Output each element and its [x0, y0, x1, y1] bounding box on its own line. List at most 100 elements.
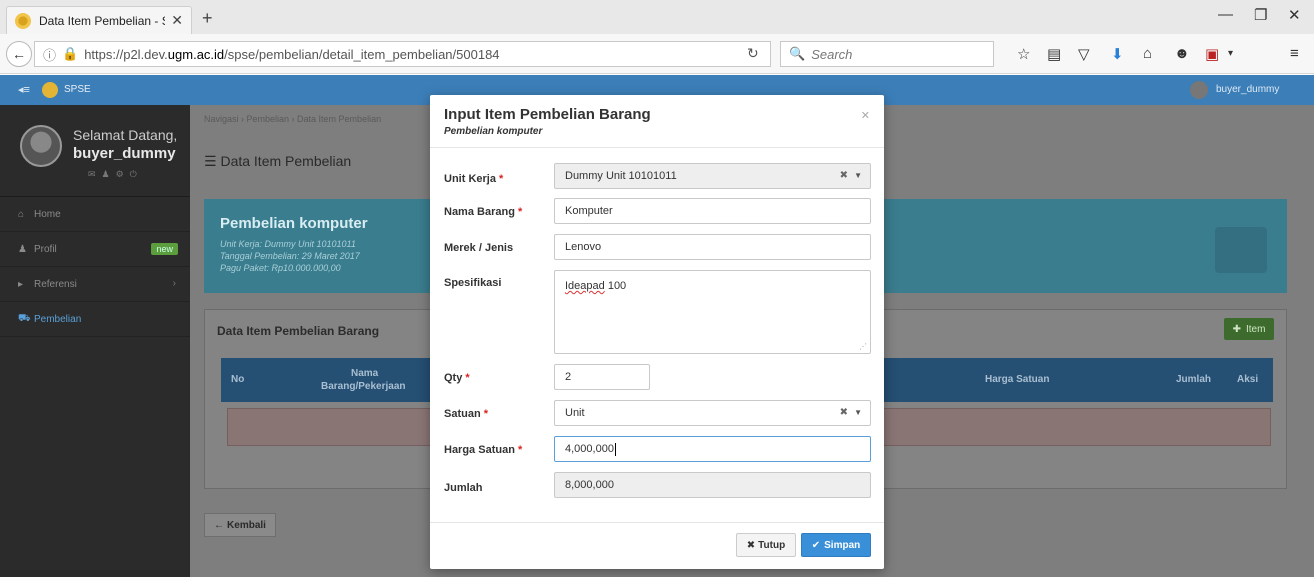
restore-icon[interactable]: ❐	[1254, 6, 1267, 24]
satuan-value: Unit	[565, 407, 585, 419]
bookmark-star-icon[interactable]: ☆	[1017, 45, 1030, 63]
sidebar-item-label: Referensi	[34, 278, 77, 290]
check-icon: ✔	[811, 539, 821, 551]
reload-icon[interactable]: ↻	[747, 45, 759, 62]
caret-right-icon: ▸	[18, 278, 24, 290]
url-text: https://p2l.dev.ugm.ac.id/spse/pembelian…	[84, 46, 500, 62]
browser-nav-bar: ← ⓘ 🔒 https://p2l.dev.ugm.ac.id/spse/pem…	[0, 34, 1314, 74]
chevron-down-icon[interactable]: ▼	[854, 171, 862, 180]
sidebar-item-label: Profil	[34, 243, 57, 255]
simpan-button[interactable]: ✔ Simpan	[801, 533, 871, 557]
merek-input[interactable]: Lenovo	[554, 234, 871, 260]
pagu-text: Pagu Paket: Rp10.000.000,00	[220, 263, 341, 273]
merek-label: Merek / Jenis	[444, 242, 514, 254]
sidebar-toggle-icon[interactable]: ◂≡	[18, 83, 30, 96]
chevron-right-icon: ›	[172, 278, 176, 289]
browser-tab[interactable]: Data Item Pembelian - SPSE ✕	[6, 6, 192, 34]
sidebar-item-home[interactable]: ⌂ Home	[0, 197, 190, 232]
col-jumlah: Jumlah	[1176, 374, 1212, 385]
menu-icon[interactable]: ≡	[1290, 45, 1299, 62]
page-title: ☰ Data Item Pembelian	[204, 153, 352, 169]
extension-dropdown-icon[interactable]: ▾	[1228, 48, 1233, 59]
input-item-modal: Input Item Pembelian Barang Pembelian ko…	[430, 95, 884, 569]
tanggal-text: Tanggal Pembelian: 29 Maret 2017	[220, 251, 360, 261]
text-cursor	[614, 442, 616, 456]
col-nama-2: Barang/Pekerjaan	[321, 381, 406, 392]
purchase-title: Pembelian komputer	[220, 215, 368, 232]
cart-icon	[1215, 227, 1267, 273]
unit-kerja-label: Unit Kerja *	[444, 173, 504, 185]
download-icon[interactable]: ⬇	[1111, 45, 1124, 63]
nama-barang-label: Nama Barang *	[444, 206, 523, 218]
spesifikasi-value-word: Ideapad	[565, 280, 605, 292]
merek-value: Lenovo	[565, 241, 602, 253]
close-icon[interactable]: ✕	[861, 109, 870, 122]
col-nama: Nama	[351, 368, 379, 379]
nama-barang-input[interactable]: Komputer	[554, 198, 871, 224]
close-icon: ✖	[746, 539, 756, 551]
qty-value: 2	[565, 371, 572, 383]
modal-subtitle: Pembelian komputer	[444, 126, 543, 137]
header-username[interactable]: buyer_dummy	[1216, 84, 1279, 95]
profile-shortcut-icons[interactable]: ✉♟⚙⏻	[88, 169, 143, 180]
address-bar[interactable]: ⓘ 🔒 https://p2l.dev.ugm.ac.id/spse/pembe…	[34, 41, 771, 67]
tutup-button[interactable]: ✖ Tutup	[736, 533, 796, 557]
spesifikasi-value-rest: 100	[604, 280, 627, 292]
jumlah-field: 8,000,000	[554, 472, 871, 498]
user-icon: ♟	[18, 243, 27, 255]
unit-kerja-value: Dummy Unit 10101011	[565, 170, 677, 182]
app-logo-icon	[42, 82, 58, 98]
sidebar-item-profil[interactable]: ♟ Profil new	[0, 232, 190, 267]
extension-icon[interactable]: ▣	[1205, 45, 1219, 63]
qty-input[interactable]: 2	[554, 364, 650, 390]
spesifikasi-label: Spesifikasi	[444, 277, 502, 289]
sidebar-item-referensi[interactable]: ▸ Referensi ›	[0, 267, 190, 302]
user-avatar[interactable]	[1190, 81, 1208, 99]
panel-title: Data Item Pembelian Barang	[217, 324, 380, 338]
close-window-icon[interactable]: ✕	[1288, 6, 1301, 24]
unit-kerja-select[interactable]: Dummy Unit 10101011 ✖ ▼	[554, 163, 871, 189]
reading-list-icon[interactable]: ▤	[1047, 45, 1061, 63]
jumlah-value: 8,000,000	[565, 479, 614, 491]
cart-icon: ⛟	[18, 312, 31, 324]
home-icon[interactable]: ⌂	[1143, 45, 1152, 62]
harga-satuan-value: 4,000,000	[565, 443, 614, 455]
sidebar-username: buyer_dummy	[73, 145, 176, 162]
spesifikasi-textarea[interactable]: Ideapad 100 ⋰	[554, 270, 871, 354]
sidebar-item-pembelian[interactable]: ⛟ Pembelian	[0, 302, 190, 337]
avatar	[20, 125, 62, 167]
close-tab-icon[interactable]: ✕	[171, 12, 183, 29]
site-favicon-icon	[15, 12, 31, 29]
new-badge: new	[151, 243, 178, 255]
search-input[interactable]: 🔍 Search	[780, 41, 994, 67]
home-icon: ⌂	[18, 208, 25, 220]
info-icon[interactable]: ⓘ	[43, 45, 56, 64]
modal-title: Input Item Pembelian Barang	[444, 106, 651, 123]
modal-footer-divider	[430, 522, 884, 523]
browser-tab-bar: Data Item Pembelian - SPSE ✕ + — ❐ ✕	[0, 0, 1314, 34]
nama-barang-value: Komputer	[565, 205, 613, 217]
add-item-button[interactable]: ✚ Item	[1224, 318, 1274, 340]
harga-satuan-input[interactable]: 4,000,000	[554, 436, 871, 462]
plus-icon: ✚	[1232, 323, 1241, 335]
search-placeholder: Search	[811, 46, 853, 62]
new-tab-icon[interactable]: +	[202, 8, 213, 29]
arrow-left-icon: ←	[214, 519, 225, 531]
tab-title: Data Item Pembelian - SPSE	[39, 13, 165, 28]
chevron-down-icon[interactable]: ▼	[854, 408, 862, 417]
satuan-select[interactable]: Unit ✖ ▼	[554, 400, 871, 426]
back-button[interactable]: ← Kembali	[204, 513, 276, 537]
col-no: No	[231, 374, 245, 385]
clear-icon[interactable]: ✖	[840, 170, 848, 181]
app-brand[interactable]: SPSE	[64, 84, 91, 95]
resize-grip-icon[interactable]: ⋰	[859, 342, 867, 351]
qty-label: Qty *	[444, 372, 470, 384]
pocket-icon[interactable]: ▽	[1078, 45, 1090, 63]
back-arrow-icon[interactable]: ←	[6, 41, 32, 67]
emoji-icon[interactable]: ☻	[1174, 45, 1190, 62]
clear-icon[interactable]: ✖	[840, 407, 848, 418]
sidebar-item-label: Pembelian	[34, 313, 82, 325]
minimize-icon[interactable]: —	[1218, 6, 1233, 23]
lock-icon: 🔒	[62, 46, 79, 61]
breadcrumb[interactable]: Navigasi › Pembelian › Data Item Pembeli…	[204, 114, 381, 124]
